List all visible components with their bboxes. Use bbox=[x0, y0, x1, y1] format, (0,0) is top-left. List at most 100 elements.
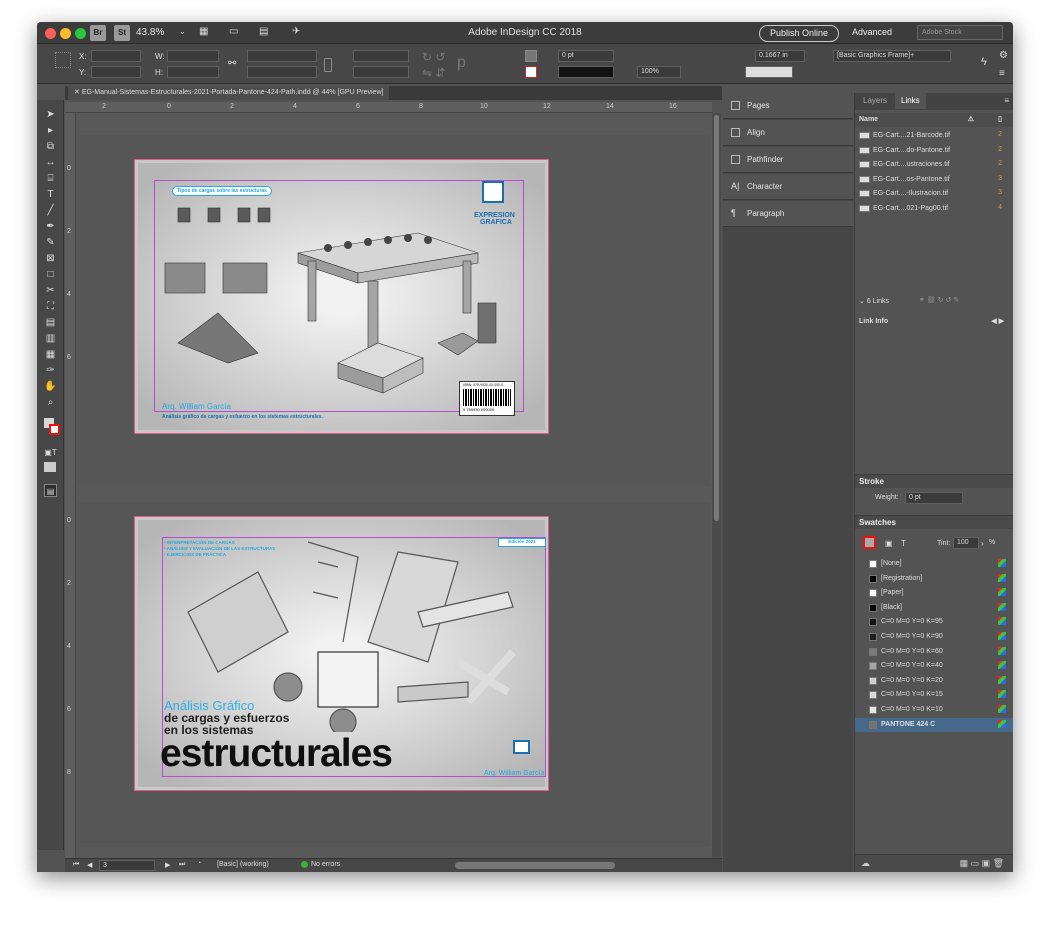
first-page-icon[interactable]: ⏮ bbox=[73, 861, 79, 869]
path-icon[interactable]: p bbox=[457, 54, 466, 72]
gap-tool-icon[interactable]: ↔ bbox=[44, 156, 57, 169]
y-field[interactable] bbox=[91, 66, 141, 78]
swatch-row[interactable]: [Registration] bbox=[855, 572, 1013, 586]
warning-icon[interactable]: ⚠ bbox=[968, 115, 974, 123]
swatch-row[interactable]: C=0 M=0 Y=0 K=90 bbox=[855, 630, 1013, 644]
width-field[interactable] bbox=[167, 50, 219, 62]
link-row[interactable]: EG-Cart....ustraciones.tif 2 bbox=[855, 158, 1013, 172]
rectangle-tool-icon[interactable]: □ bbox=[44, 268, 57, 281]
link-row[interactable]: EG-Cart....do-Pantone.tif 2 bbox=[855, 144, 1013, 158]
line-tool-icon[interactable]: ╱ bbox=[44, 204, 57, 217]
pathfinder-panel-tab[interactable]: Pathfinder bbox=[723, 147, 853, 173]
tab-layers[interactable]: Layers bbox=[857, 93, 893, 109]
stroke-swatch-icon[interactable] bbox=[525, 66, 537, 78]
swatch-actions-icons[interactable]: ▦ ▭ ▣ 🗑 bbox=[960, 858, 1004, 869]
document-tab[interactable]: ✕ EG-Manual-Sistemas-Estructurales-2021-… bbox=[68, 86, 390, 100]
gradient-feather-tool-icon[interactable]: ▥ bbox=[44, 332, 57, 345]
object-style-field[interactable]: [Basic Graphics Frame]+ bbox=[833, 50, 951, 62]
preflight-errors[interactable]: No errors bbox=[311, 861, 340, 868]
swatches-panel-header[interactable]: Swatches bbox=[855, 515, 1013, 529]
note-tool-icon[interactable]: ▦ bbox=[44, 348, 57, 361]
gear-icon[interactable]: ⚙ bbox=[999, 50, 1008, 61]
workspace-switcher[interactable]: Advanced bbox=[852, 27, 892, 37]
flip-icon[interactable]: ⇋ ⇵ bbox=[422, 66, 445, 80]
text-icon[interactable]: T bbox=[901, 539, 906, 548]
horizontal-scroll-thumb[interactable] bbox=[455, 862, 615, 869]
type-tool-icon[interactable]: T bbox=[44, 188, 57, 201]
scale-y-field[interactable] bbox=[247, 66, 317, 78]
swatch-row[interactable]: C=0 M=0 Y=0 K=95 bbox=[855, 615, 1013, 629]
eyedropper-tool-icon[interactable]: ✑ bbox=[44, 364, 57, 377]
container-icon[interactable]: ▣ bbox=[885, 539, 893, 548]
constrain-scale-icon[interactable] bbox=[324, 58, 332, 72]
page-number-field[interactable]: 3 bbox=[99, 860, 155, 871]
formatting-affects-icon[interactable]: ▣T bbox=[44, 446, 57, 459]
last-page-icon[interactable]: ⏭ bbox=[179, 861, 185, 869]
fill-swatch-icon[interactable] bbox=[525, 50, 537, 62]
zoom-tool-icon[interactable]: ⌕ bbox=[44, 396, 57, 409]
pages-panel-tab[interactable]: Pages bbox=[723, 93, 853, 119]
link-nav-icons[interactable]: ◀ ▶ bbox=[991, 317, 1004, 325]
publish-online-button[interactable]: Publish Online bbox=[759, 25, 839, 42]
apply-color-icon[interactable] bbox=[44, 462, 56, 472]
selection-tool-icon[interactable]: ➤ bbox=[44, 108, 57, 121]
panel-menu-icon[interactable]: ≡ bbox=[1004, 96, 1009, 105]
swatch-row[interactable]: C=0 M=0 Y=0 K=10 bbox=[855, 703, 1013, 717]
scale-x-field[interactable] bbox=[247, 50, 317, 62]
stroke-weight-input[interactable]: 0 pt bbox=[905, 492, 963, 504]
cloud-icon[interactable]: ☁ bbox=[861, 858, 870, 868]
pen-tool-icon[interactable]: ✒ bbox=[44, 220, 57, 233]
vertical-scrollbar[interactable] bbox=[712, 113, 721, 857]
swatch-row[interactable]: [Black] bbox=[855, 601, 1013, 615]
open-page-icon[interactable]: ◔ bbox=[197, 860, 201, 867]
shear-field[interactable] bbox=[353, 66, 409, 78]
page-column-icon[interactable]: ▯ bbox=[998, 115, 1002, 123]
swatch-row[interactable]: [Paper] bbox=[855, 586, 1013, 600]
opacity-field[interactable]: 100% bbox=[637, 66, 681, 78]
front-cover-page[interactable]: • INTERPRETACIÓN DE CARGAS • ANÁLISIS Y … bbox=[134, 516, 549, 791]
stroke-icon[interactable] bbox=[49, 424, 60, 435]
swatch-row[interactable]: C=0 M=0 Y=0 K=20 bbox=[855, 674, 1013, 688]
prev-page-icon[interactable]: ◀ bbox=[87, 861, 92, 869]
link-row[interactable]: EG-Cart....os-Pantone.tif 3 bbox=[855, 173, 1013, 187]
vertical-scroll-thumb[interactable] bbox=[714, 115, 719, 521]
character-panel-tab[interactable]: A| Character bbox=[723, 174, 853, 200]
stroke-weight-field[interactable]: 0 pt bbox=[558, 50, 614, 62]
lightning-icon[interactable]: ϟ bbox=[981, 56, 987, 68]
rectangle-frame-tool-icon[interactable]: ⊠ bbox=[44, 252, 57, 265]
link-actions-icons[interactable]: ⚭ ⛓ ↻ ↺ ✎ bbox=[919, 296, 959, 304]
stroke-panel-header[interactable]: Stroke bbox=[855, 474, 1013, 488]
paragraph-panel-tab[interactable]: ¶ Paragraph bbox=[723, 201, 853, 227]
offset-field[interactable]: 0.1667 in bbox=[755, 50, 805, 62]
frame-fitting-field[interactable] bbox=[745, 66, 793, 78]
hand-tool-icon[interactable]: ✋ bbox=[44, 380, 57, 393]
height-field[interactable] bbox=[167, 66, 219, 78]
pasteboard[interactable]: Tipos de cargas sobre las estructuras EX… bbox=[76, 113, 712, 858]
pencil-tool-icon[interactable]: ✎ bbox=[44, 236, 57, 249]
horizontal-ruler[interactable]: 2 0 2 4 6 8 10 12 14 16 bbox=[65, 102, 712, 113]
adobe-stock-search[interactable]: Adobe Stock bbox=[917, 25, 1003, 40]
gradient-tool-icon[interactable]: ▤ bbox=[44, 316, 57, 329]
close-icon[interactable]: ✕ bbox=[74, 89, 82, 96]
next-page-icon[interactable]: ▶ bbox=[165, 861, 170, 869]
swatch-row[interactable]: C=0 M=0 Y=0 K=40 bbox=[855, 659, 1013, 673]
constrain-proportions-icon[interactable]: ⚯ bbox=[228, 58, 236, 69]
vertical-ruler[interactable]: 0 2 4 6 0 2 4 6 8 bbox=[65, 113, 76, 863]
chevron-down-icon[interactable]: ⌄ bbox=[859, 298, 867, 305]
swatch-row[interactable]: PANTONE 424 C bbox=[855, 717, 1013, 732]
swatch-row[interactable]: C=0 M=0 Y=0 K=15 bbox=[855, 688, 1013, 702]
x-field[interactable] bbox=[91, 50, 141, 62]
scissors-tool-icon[interactable]: ✂ bbox=[44, 284, 57, 297]
link-row[interactable]: EG-Cart....021-Pag00.tif 4 bbox=[855, 202, 1013, 216]
reference-point-icon[interactable] bbox=[55, 52, 71, 68]
direct-selection-tool-icon[interactable]: ▸ bbox=[44, 124, 57, 137]
screen-mode-tool-icon[interactable]: ▤ bbox=[44, 484, 57, 497]
link-row[interactable]: EG-Cart....-Ilustracion.tif 3 bbox=[855, 187, 1013, 201]
panel-menu-icon[interactable]: ≡ bbox=[999, 68, 1005, 79]
fill-stroke-proxy-icon[interactable] bbox=[863, 536, 876, 549]
link-row[interactable]: EG-Cart....21-Barcode.tif 2 bbox=[855, 129, 1013, 143]
tint-input[interactable]: 100 bbox=[953, 537, 979, 549]
content-collector-icon[interactable]: ⌸ bbox=[44, 172, 57, 185]
rotate-icon[interactable]: ↻ ↺ bbox=[422, 50, 445, 64]
free-transform-tool-icon[interactable]: ⛶ bbox=[44, 300, 57, 313]
